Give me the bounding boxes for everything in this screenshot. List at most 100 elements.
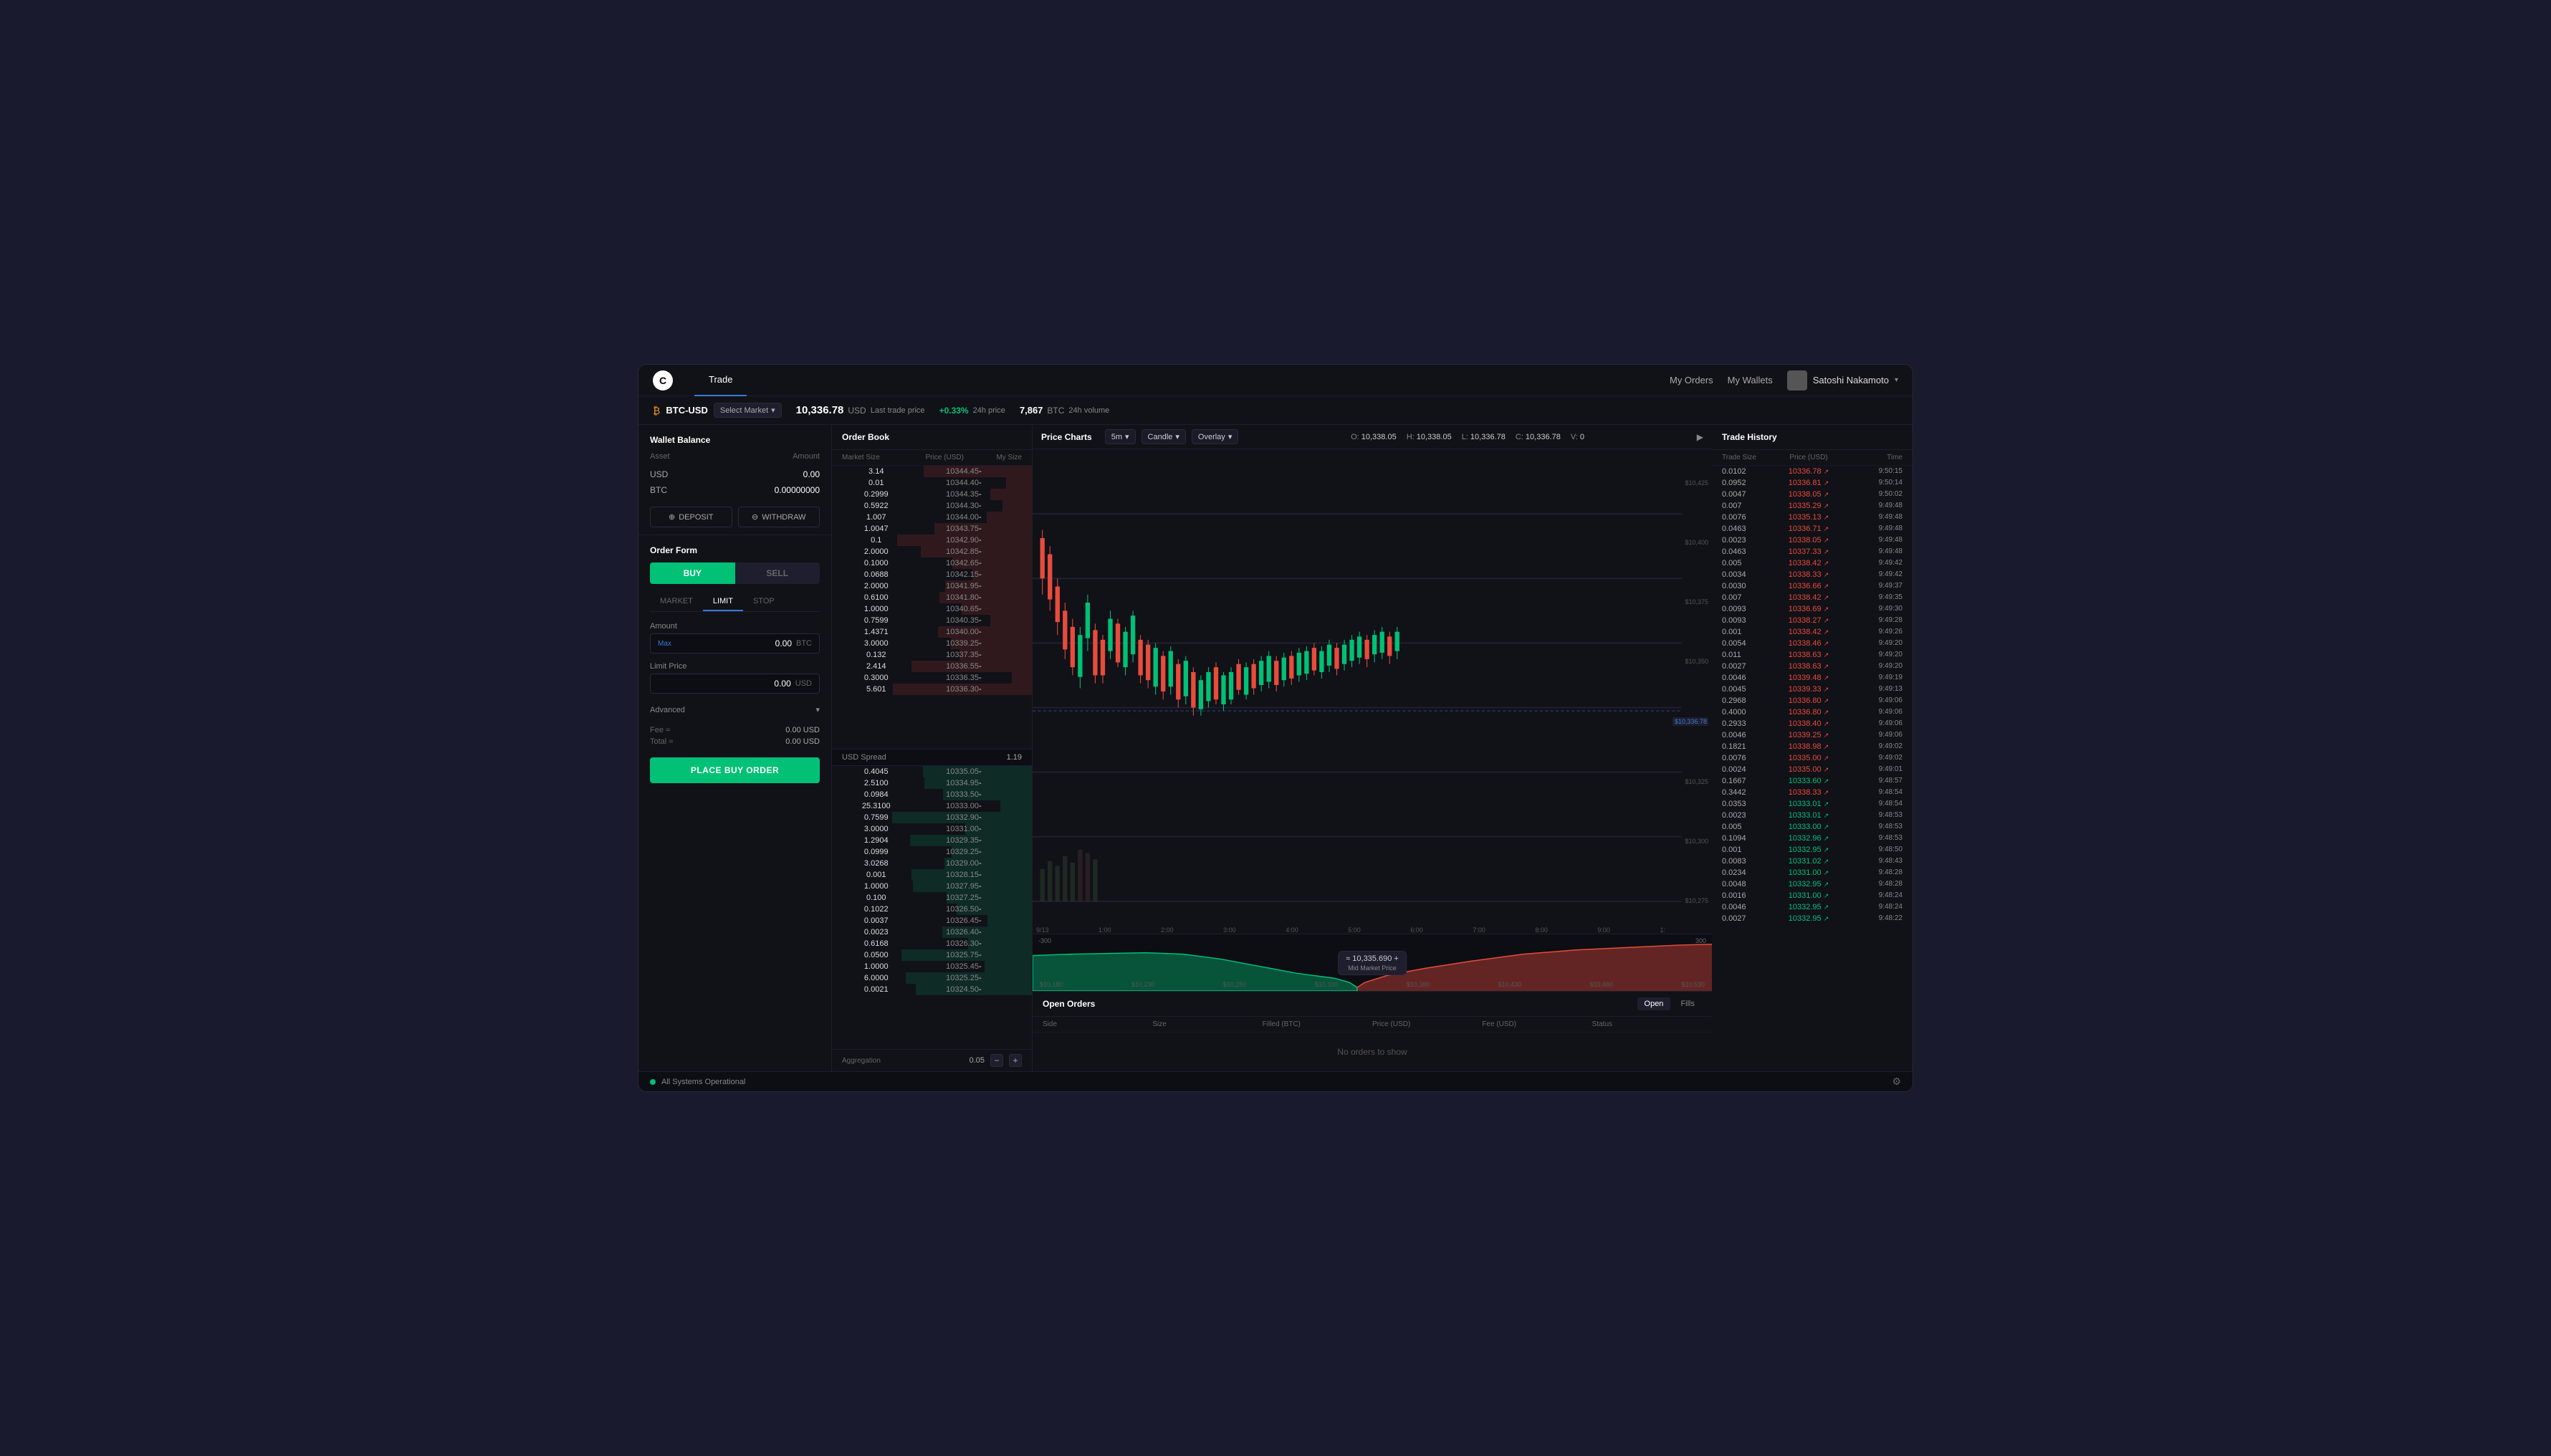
th-trade-price: 10339.33 ↗ <box>1765 685 1852 694</box>
limit-tab[interactable]: LIMIT <box>703 593 743 611</box>
order-book-buy-row[interactable]: 0.0984 10333.50 - <box>832 789 1032 800</box>
order-book-buy-row[interactable]: 1.0000 10325.45 - <box>832 961 1032 972</box>
withdraw-icon: ⊖ <box>752 512 758 522</box>
order-book-buy-row[interactable]: 0.0021 10324.50 - <box>832 984 1032 995</box>
user-menu[interactable]: Satoshi Nakamoto ▾ <box>1787 370 1898 391</box>
th-trade-time: 9:48:24 <box>1852 891 1903 900</box>
order-book-buy-row[interactable]: 0.0037 10326.45 - <box>832 915 1032 926</box>
trade-history-row: 0.0045 10339.33 ↗ 9:49:13 <box>1712 684 1913 695</box>
fills-tab[interactable]: Fills <box>1673 997 1702 1010</box>
order-book-sell-row[interactable]: 1.0000 10340.65 - <box>832 603 1032 615</box>
order-book-sell-row[interactable]: 0.0688 10342.15 - <box>832 569 1032 580</box>
order-book-sell-row[interactable]: 0.2999 10344.35 - <box>832 489 1032 500</box>
trade-history-row: 0.0083 10331.02 ↗ 9:48:43 <box>1712 856 1913 867</box>
my-orders-link[interactable]: My Orders <box>1670 375 1713 385</box>
order-book-sell-row[interactable]: 2.0000 10342.85 - <box>832 546 1032 557</box>
order-book-sell-row[interactable]: 0.132 10337.35 - <box>832 649 1032 661</box>
order-book-buy-row[interactable]: 3.0268 10329.00 - <box>832 858 1032 869</box>
trade-history-row: 0.0047 10338.05 ↗ 9:50:02 <box>1712 489 1913 500</box>
spread-label: USD Spread <box>842 753 886 762</box>
agg-minus-btn[interactable]: − <box>990 1054 1003 1067</box>
th-trade-time: 9:48:53 <box>1852 823 1903 831</box>
order-book-header: Market Size Price (USD) My Size <box>832 450 1032 466</box>
buy-tab[interactable]: BUY <box>650 562 735 584</box>
place-order-button[interactable]: PLACE BUY ORDER <box>650 757 820 783</box>
open-orders-header: Open Orders Open Fills <box>1033 992 1712 1017</box>
candlestick-chart: $10,425 $10,400 $10,375 $10,350 $10,336.… <box>1033 449 1712 934</box>
chart-type-select[interactable]: Candle ▾ <box>1142 429 1186 444</box>
amount-input[interactable] <box>676 638 792 648</box>
order-book-sell-row[interactable]: 3.14 10344.45 - <box>832 466 1032 477</box>
order-book-buy-row[interactable]: 1.0000 10327.95 - <box>832 881 1032 892</box>
order-book-sell-row[interactable]: 0.7599 10340.35 - <box>832 615 1032 626</box>
ob-sell-mysize: - <box>979 559 1022 567</box>
my-wallets-link[interactable]: My Wallets <box>1728 375 1773 385</box>
order-book-buy-row[interactable]: 0.6168 10326.30 - <box>832 938 1032 949</box>
withdraw-button[interactable]: ⊖ WITHDRAW <box>738 507 820 527</box>
order-book-sell-row[interactable]: 0.5922 10344.30 - <box>832 500 1032 512</box>
time-label-2: 2:00 <box>1161 926 1174 934</box>
order-book-sell-row[interactable]: 3.0000 10339.25 - <box>832 638 1032 649</box>
order-book-buy-row[interactable]: 0.100 10327.25 - <box>832 892 1032 904</box>
deposit-button[interactable]: ⊕ DEPOSIT <box>650 507 732 527</box>
order-book-sell-row[interactable]: 0.01 10344.40 - <box>832 477 1032 489</box>
order-book-buy-row[interactable]: 25.3100 10333.00 - <box>832 800 1032 812</box>
ob-buy-size: 0.6168 <box>842 939 911 948</box>
trade-history-row: 0.0046 10339.25 ↗ 9:49:06 <box>1712 729 1913 741</box>
order-book-buy-row[interactable]: 0.1022 10326.50 - <box>832 904 1032 915</box>
oo-th-filled: Filled (BTC) <box>1263 1020 1372 1028</box>
time-label-5: 5:00 <box>1348 926 1361 934</box>
order-book-buy-row[interactable]: 6.0000 10325.25 - <box>832 972 1032 984</box>
asset-usd-name: USD <box>650 469 668 479</box>
chart-expand-icon[interactable]: ▶ <box>1697 432 1703 442</box>
order-book-buy-row[interactable]: 0.0023 10326.40 - <box>832 926 1032 938</box>
order-book-sell-row[interactable]: 1.4371 10340.00 - <box>832 626 1032 638</box>
order-book-sell-row[interactable]: 1.0047 10343.75 - <box>832 523 1032 535</box>
order-book-buy-row[interactable]: 0.0999 10329.25 - <box>832 846 1032 858</box>
th-trade-time: 9:48:43 <box>1852 857 1903 866</box>
order-book-area: Order Book Market Size Price (USD) My Si… <box>832 425 1033 1071</box>
ob-sell-price: 10344.00 <box>911 513 980 522</box>
order-book-buy-row[interactable]: 0.001 10328.15 - <box>832 869 1032 881</box>
main-layout: Wallet Balance Asset Amount USD 0.00 BTC… <box>638 425 1913 1071</box>
order-book-sell-row[interactable]: 2.414 10336.55 - <box>832 661 1032 672</box>
advanced-toggle[interactable]: Advanced ▾ <box>650 702 820 717</box>
th-trade-size: 0.4000 <box>1722 708 1765 717</box>
order-book-buy-row[interactable]: 0.4045 10335.05 - <box>832 766 1032 777</box>
order-book-sell-row[interactable]: 0.6100 10341.80 - <box>832 592 1032 603</box>
order-book-sell-row[interactable]: 1.007 10344.00 - <box>832 512 1032 523</box>
order-book-sell-row[interactable]: 0.1 10342.90 - <box>832 535 1032 546</box>
market-tab[interactable]: MARKET <box>650 593 703 611</box>
th-trade-price: 10332.95 ↗ <box>1765 880 1852 889</box>
order-book-sell-row[interactable]: 2.0000 10341.95 - <box>832 580 1032 592</box>
stop-tab[interactable]: STOP <box>743 593 785 611</box>
ob-buy-mysize: - <box>979 836 1022 845</box>
th-trade-time: 9:49:06 <box>1852 696 1903 705</box>
order-book-buy-row[interactable]: 1.2904 10329.35 - <box>832 835 1032 846</box>
nav-tabs: Trade <box>694 365 1670 396</box>
agg-plus-btn[interactable]: + <box>1009 1054 1022 1067</box>
candle-chart-svg <box>1033 449 1712 934</box>
order-book-buy-row[interactable]: 3.0000 10331.00 - <box>832 823 1032 835</box>
limit-price-input[interactable] <box>658 679 791 689</box>
timeframe-select[interactable]: 5m ▾ <box>1105 429 1136 444</box>
settings-icon[interactable]: ⚙ <box>1892 1076 1901 1088</box>
select-market-btn[interactable]: Select Market ▾ <box>714 403 782 418</box>
wallet-table: Asset Amount USD 0.00 BTC 0.00000000 <box>650 452 820 498</box>
order-book-sell-row[interactable]: 5.601 10336.30 - <box>832 684 1032 695</box>
order-book-sell-row[interactable]: 0.1000 10342.65 - <box>832 557 1032 569</box>
order-book-sell-row[interactable]: 0.3000 10336.35 - <box>832 672 1032 684</box>
open-tab[interactable]: Open <box>1637 997 1671 1010</box>
ob-sell-price: 10340.00 <box>911 628 980 636</box>
max-link[interactable]: Max <box>658 640 671 648</box>
nav-tab-trade[interactable]: Trade <box>694 365 747 396</box>
trade-history-row: 0.1821 10338.98 ↗ 9:49:02 <box>1712 741 1913 752</box>
sell-tab[interactable]: SELL <box>735 562 820 584</box>
limit-price-label: Limit Price <box>650 662 820 671</box>
ob-sell-size: 0.1 <box>842 536 911 545</box>
order-book-buy-row[interactable]: 0.7599 10332.90 - <box>832 812 1032 823</box>
overlay-select[interactable]: Overlay ▾ <box>1192 429 1238 444</box>
order-book-buy-row[interactable]: 0.0500 10325.75 - <box>832 949 1032 961</box>
ob-buy-price: 10325.45 <box>911 962 980 971</box>
order-book-buy-row[interactable]: 2.5100 10334.95 - <box>832 777 1032 789</box>
